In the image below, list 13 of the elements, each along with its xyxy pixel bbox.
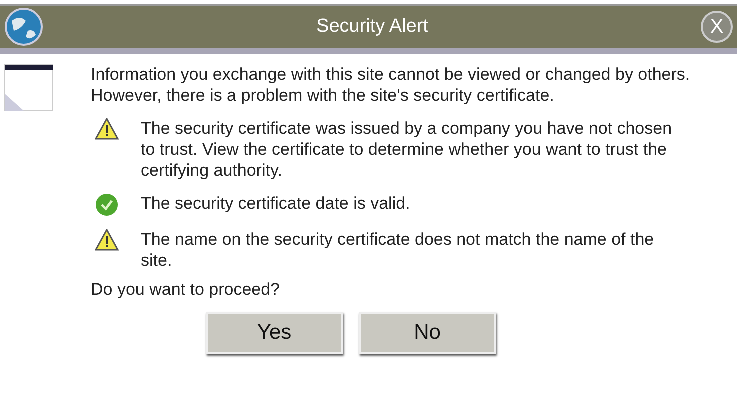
status-message: The security certificate date is valid. — [141, 193, 412, 214]
question-text: Do you want to proceed? — [91, 279, 282, 300]
yes-button[interactable]: Yes — [206, 312, 343, 354]
status-message: The name on the security certificate does not match the name of the site. — [141, 229, 656, 271]
window-icon — [4, 64, 54, 112]
intro-text: Information you exchange with this site cannot be viewed or changed by others. However, there is a problem with the site's security certificate. — [91, 64, 692, 106]
warning-icon — [95, 118, 119, 140]
warning-icon — [95, 229, 119, 251]
window-title: Security Alert — [316, 16, 430, 38]
no-button[interactable]: No — [359, 312, 496, 354]
status-message: The security certificate was issued by a company you have not chosen to trust. View the certificate to determine whether you want to trust the certifying authority. — [141, 118, 674, 181]
check-icon — [95, 193, 119, 217]
globe-icon — [4, 7, 44, 47]
